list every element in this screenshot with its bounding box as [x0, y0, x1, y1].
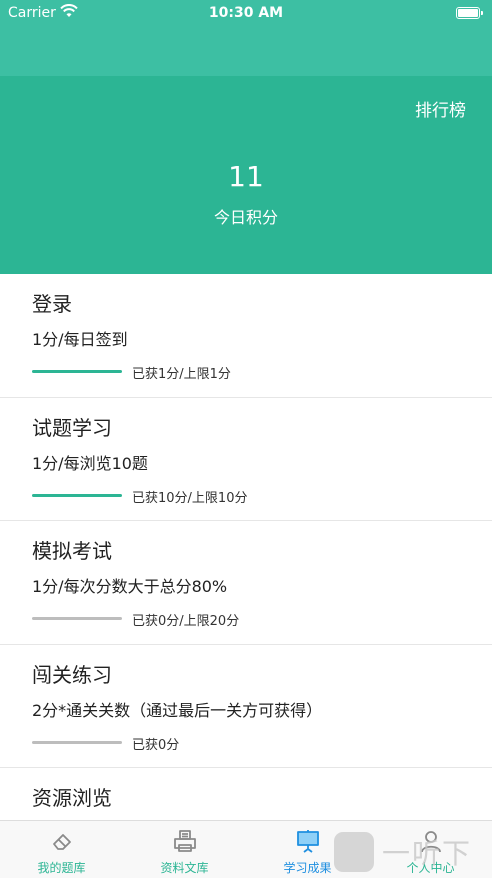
task-title: 资源浏览	[32, 786, 112, 810]
watermark-logo-icon	[334, 832, 374, 872]
tab-my-question-bank[interactable]: 我的题库	[0, 821, 123, 878]
today-points-label: 今日积分	[213, 208, 278, 227]
navigation-bar	[0, 28, 492, 76]
task-item-resource-browse: 资源浏览	[0, 768, 492, 820]
battery-icon	[456, 7, 483, 19]
points-task-list[interactable]: 登录 1分/每日签到 已获1分/上限1分 试题学习 1分/每浏览10题 已获10…	[0, 274, 492, 820]
task-item-question-study: 试题学习 1分/每浏览10题 已获10分/上限10分	[0, 398, 492, 521]
task-progress-text: 已获1分/上限1分	[132, 367, 231, 382]
task-progress-text: 已获0分/上限20分	[132, 614, 240, 629]
task-title: 模拟考试	[32, 539, 112, 563]
leaderboard-button[interactable]: 排行榜	[415, 96, 466, 121]
task-progress-bar	[32, 493, 122, 497]
tab-label: 我的题库	[37, 861, 86, 875]
task-rule: 1分/每日签到	[32, 330, 128, 349]
task-rule: 1分/每次分数大于总分80%	[32, 577, 228, 596]
watermark-text: 一听下载	[382, 837, 473, 878]
tab-document-library[interactable]: 资料文库	[123, 821, 246, 878]
easel-icon	[296, 830, 319, 853]
printer-icon	[173, 830, 196, 852]
task-progress-bar	[32, 617, 122, 620]
task-title: 登录	[32, 292, 72, 316]
today-points-value: 11	[228, 160, 264, 193]
status-bar: Carrier 10:30 AM	[0, 0, 492, 28]
watermark: 一听下载	[330, 826, 492, 878]
task-item-login: 登录 1分/每日签到 已获1分/上限1分	[0, 274, 492, 398]
task-progress-bar	[32, 370, 122, 373]
task-title: 试题学习	[32, 415, 112, 440]
points-header: 排行榜 11 今日积分	[0, 76, 492, 274]
task-progress-text: 已获10分/上限10分	[132, 490, 248, 506]
task-item-level-practice: 闯关练习 2分*通关关数（通过最后一关方可获得） 已获0分	[0, 645, 492, 768]
task-progress-fill	[32, 370, 122, 373]
tab-label: 资料文库	[160, 861, 209, 875]
task-progress-fill	[32, 493, 122, 497]
task-progress-text: 已获0分	[132, 737, 180, 753]
task-item-mock-exam: 模拟考试 1分/每次分数大于总分80% 已获0分/上限20分	[0, 521, 492, 645]
task-rule: 1分/每浏览10题	[32, 453, 148, 473]
task-progress-bar	[32, 740, 122, 744]
eraser-icon	[52, 834, 71, 850]
task-title: 闯关练习	[32, 662, 112, 687]
clock: 10:30 AM	[208, 5, 284, 21]
task-rule: 2分*通关关数（通过最后一关方可获得）	[32, 700, 323, 720]
